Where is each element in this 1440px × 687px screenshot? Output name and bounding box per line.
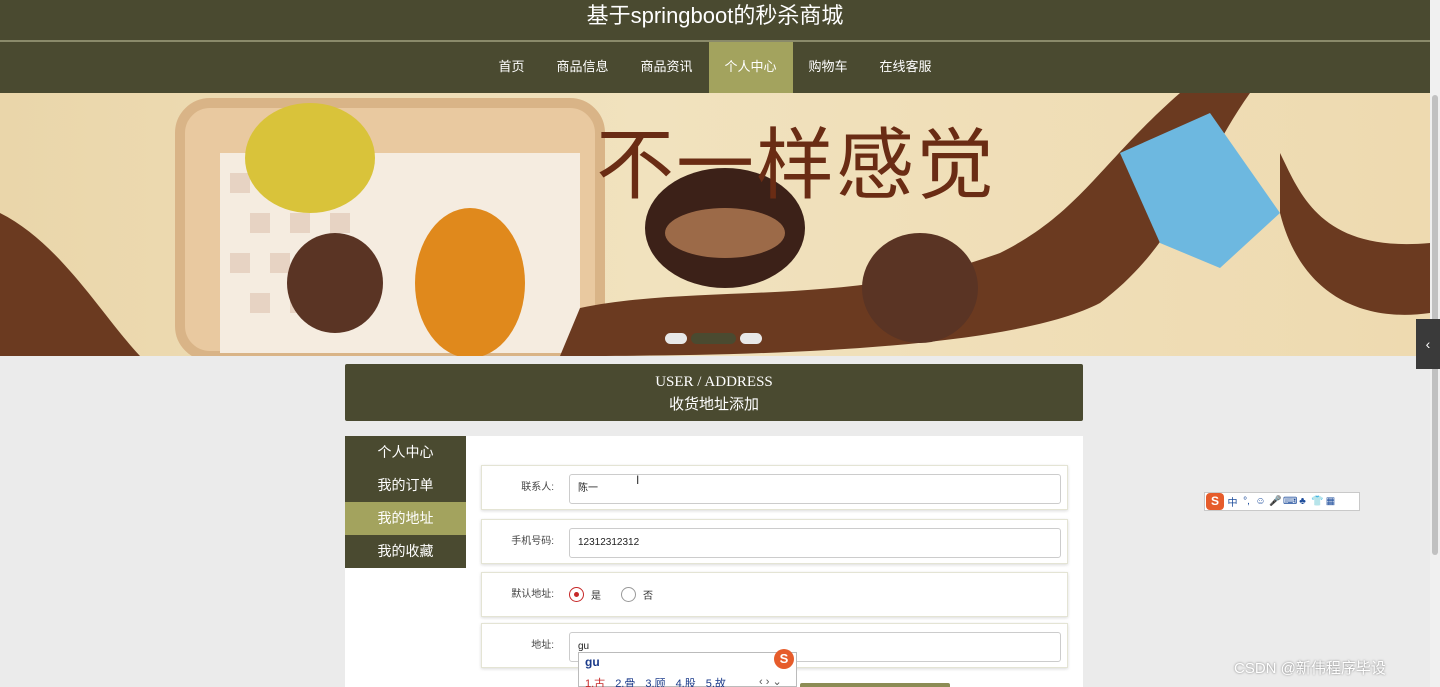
top-header: 基于springboot的秒杀商城 首页 商品信息 商品资讯 个人中心 购物车 … xyxy=(0,0,1430,93)
ime-toolbar-logo-icon[interactable]: S xyxy=(1206,493,1224,510)
text-cursor-icon: I xyxy=(636,473,640,487)
ime-page-nav[interactable]: ‹ › ⌄ xyxy=(759,675,782,687)
section-header: USER / ADDRESS 收货地址添加 xyxy=(345,364,1083,421)
default-address-label: 默认地址: xyxy=(511,589,554,600)
nav-item-products[interactable]: 商品信息 xyxy=(540,42,624,93)
ime-candidate-popup: gu S 1.古 2.骨 3.顾 4.股 5.故 ‹ › ⌄ xyxy=(578,649,797,687)
default-no-radio[interactable] xyxy=(621,587,636,602)
ime-keyboard-icon[interactable]: ⌨ xyxy=(1283,496,1297,507)
sidebar-item-orders[interactable]: 我的订单 xyxy=(345,469,466,502)
sidebar-item-favorites[interactable]: 我的收藏 xyxy=(345,535,466,568)
contact-row: 联系人: 陈一 xyxy=(481,465,1068,510)
ime-composition: gu xyxy=(585,655,600,669)
nav-item-support[interactable]: 在线客服 xyxy=(864,42,948,93)
ime-tools-icon[interactable]: ♣ xyxy=(1297,496,1308,507)
default-address-row: 默认地址: 是 否 xyxy=(481,572,1068,617)
carousel-dot-1[interactable] xyxy=(665,333,687,344)
carousel-dots xyxy=(665,333,762,344)
ime-candidate-3[interactable]: 3.顾 xyxy=(645,675,665,687)
nav-item-user-center[interactable]: 个人中心 xyxy=(708,42,793,93)
section-title-cn: 收货地址添加 xyxy=(668,397,759,413)
ime-skin-icon[interactable]: 👕 xyxy=(1311,496,1323,507)
ime-candidate-1[interactable]: 1.古 xyxy=(585,675,605,687)
contact-input[interactable]: 陈一 xyxy=(569,474,1061,504)
phone-label: 手机号码: xyxy=(511,536,554,547)
ime-punctuation-icon[interactable]: °, xyxy=(1241,496,1252,507)
carousel-dot-3[interactable] xyxy=(740,333,762,344)
address-label: 地址: xyxy=(531,640,554,651)
phone-input[interactable]: 12312312312 xyxy=(569,528,1061,558)
carousel-dot-2[interactable] xyxy=(691,333,736,344)
sidebar-item-user-center[interactable]: 个人中心 xyxy=(345,436,466,469)
ime-candidate-2[interactable]: 2.骨 xyxy=(615,675,635,687)
nav-item-home[interactable]: 首页 xyxy=(482,42,540,93)
side-panel-toggle[interactable]: ‹ xyxy=(1416,319,1440,369)
user-sidebar: 个人中心 我的订单 我的地址 我的收藏 xyxy=(345,436,466,687)
nav-item-cart[interactable]: 购物车 xyxy=(793,42,864,93)
phone-row: 手机号码: 12312312312 xyxy=(481,519,1068,564)
nav-item-news[interactable]: 商品资讯 xyxy=(624,42,708,93)
ime-menu-icon[interactable]: ▦ xyxy=(1325,496,1336,507)
ime-candidate-5[interactable]: 5.故 xyxy=(706,675,726,687)
ime-toolbar: S 中 °, ☺ 🎤 ⌨ ♣ 👕 ▦ xyxy=(1204,492,1360,511)
section-title-en: USER / ADDRESS xyxy=(655,374,773,390)
default-yes-radio[interactable] xyxy=(569,587,584,602)
ime-candidate-4[interactable]: 4.股 xyxy=(676,675,696,687)
site-title: 基于springboot的秒杀商城 xyxy=(586,3,844,28)
default-address-radios: 是 否 xyxy=(569,573,673,616)
main-nav: 首页 商品信息 商品资讯 个人中心 购物车 在线客服 xyxy=(0,42,1430,93)
ime-logo-icon: S xyxy=(774,649,794,669)
submit-button[interactable] xyxy=(800,683,950,687)
chevron-left-icon: ‹ xyxy=(1425,336,1431,352)
default-yes-label: 是 xyxy=(591,591,601,602)
ime-language-toggle[interactable]: 中 xyxy=(1227,494,1238,509)
ime-candidates: 1.古 2.骨 3.顾 4.股 5.故 xyxy=(585,675,726,687)
sidebar-item-address[interactable]: 我的地址 xyxy=(345,502,466,535)
ime-emoji-icon[interactable]: ☺ xyxy=(1255,496,1266,507)
watermark: CSDN @新伟程序毕设 xyxy=(1234,660,1386,677)
hero-banner: 不一样感觉 xyxy=(0,93,1430,356)
banner-headline: 不一样感觉 xyxy=(596,121,997,211)
default-no-label: 否 xyxy=(643,591,653,602)
contact-label: 联系人: xyxy=(521,482,554,493)
ime-voice-icon[interactable]: 🎤 xyxy=(1269,496,1281,507)
